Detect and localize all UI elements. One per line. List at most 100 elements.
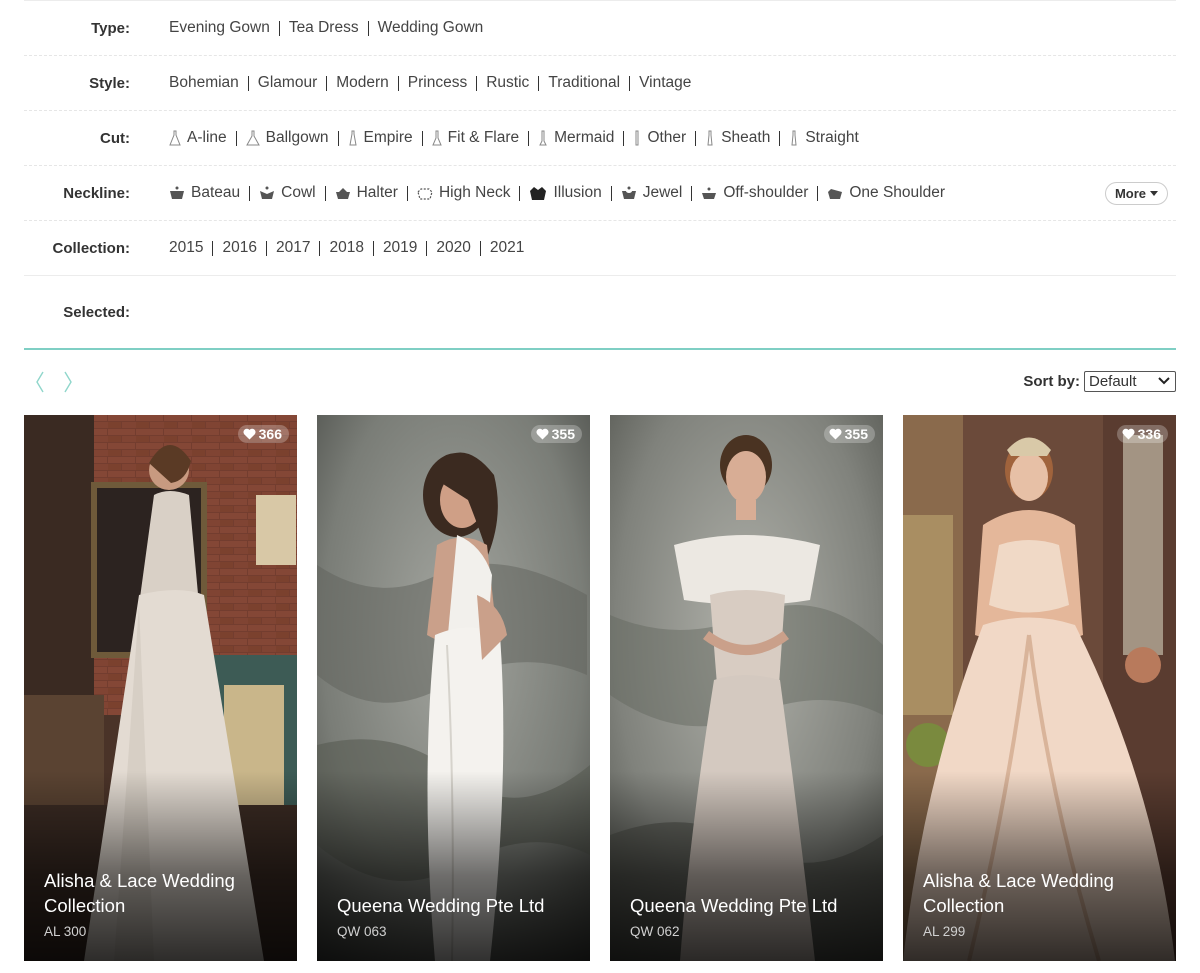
filter-label-cut: Cut: — [100, 129, 130, 147]
cut-option-straight[interactable]: Straight — [789, 129, 859, 147]
selected-label: Selected: — [63, 303, 130, 321]
next-page-button[interactable] — [60, 368, 76, 396]
neckline-option-label: Bateau — [191, 184, 241, 201]
cut-option-fit-flare[interactable]: Fit & Flare — [431, 129, 519, 147]
product-card[interactable]: 355 Queena Wedding Pte Ltd QW 062 — [610, 415, 883, 961]
collection-option-2020[interactable]: 2020 — [436, 239, 470, 257]
neckline-option-off-shoulder[interactable]: Off-shoulder — [701, 184, 808, 202]
cut-option-sheath[interactable]: Sheath — [705, 129, 770, 147]
dress-sheath-icon — [707, 130, 713, 146]
collection-option-2019[interactable]: 2019 — [383, 239, 417, 257]
neckline-option-halter[interactable]: Halter — [335, 184, 398, 202]
heart-icon — [829, 428, 842, 440]
type-option-tea-dress[interactable]: Tea Dress — [289, 19, 359, 37]
card-info: Alisha & Lace Wedding Collection AL 300 — [44, 868, 283, 939]
cut-option-label: Ballgown — [265, 129, 329, 146]
filter-panel: Type: Evening Gown Tea Dress Wedding Gow… — [24, 0, 1176, 350]
like-count: 355 — [551, 426, 575, 442]
dress-mermaid-icon — [539, 130, 547, 146]
heart-icon — [1122, 428, 1135, 440]
cut-option-label: Empire — [363, 129, 413, 146]
style-option-bohemian[interactable]: Bohemian — [169, 74, 239, 92]
neckline-option-one-shoulder[interactable]: One Shoulder — [827, 184, 945, 202]
neckline-option-jewel[interactable]: Jewel — [621, 184, 682, 202]
dress-fit-flare-icon — [431, 130, 442, 146]
chevron-right-icon — [64, 371, 72, 393]
card-title: Alisha & Lace Wedding Collection — [44, 870, 235, 916]
cut-option-label: A-line — [187, 129, 227, 146]
product-card[interactable]: 355 Queena Wedding Pte Ltd QW 063 — [317, 415, 590, 961]
like-count: 336 — [1137, 426, 1161, 442]
filter-options-style: Bohemian Glamour Modern Princess Rustic … — [169, 74, 691, 92]
like-counter[interactable]: 355 — [530, 425, 582, 443]
card-code: QW 062 — [630, 924, 680, 939]
filter-options-type: Evening Gown Tea Dress Wedding Gown — [169, 19, 483, 37]
neckline-illusion-icon — [530, 187, 547, 200]
style-option-modern[interactable]: Modern — [336, 74, 389, 92]
neckline-option-label: One Shoulder — [849, 184, 946, 201]
cut-option-empire[interactable]: Empire — [348, 129, 413, 147]
card-info: Queena Wedding Pte Ltd QW 062 — [630, 893, 869, 939]
neckline-one-shoulder-icon — [828, 189, 843, 199]
neckline-halter-icon — [335, 188, 350, 199]
collection-option-2016[interactable]: 2016 — [222, 239, 256, 257]
dress-a-line-icon — [169, 130, 181, 146]
card-info: Alisha & Lace Wedding Collection AL 299 — [923, 868, 1162, 939]
neckline-option-label: Cowl — [281, 184, 316, 201]
neckline-option-cowl[interactable]: Cowl — [259, 184, 316, 202]
like-counter[interactable]: 366 — [237, 425, 289, 443]
card-code: AL 299 — [923, 924, 966, 939]
neckline-high-neck-icon — [417, 188, 433, 200]
collection-option-2015[interactable]: 2015 — [169, 239, 203, 257]
filter-label-style: Style: — [89, 74, 130, 92]
chevron-left-icon — [36, 371, 44, 393]
style-option-glamour[interactable]: Glamour — [258, 74, 317, 92]
neckline-option-label: Halter — [356, 184, 398, 201]
cut-option-label: Sheath — [721, 129, 771, 146]
neckline-off-shoulder-icon — [702, 187, 717, 199]
sort-control: Sort by: Default — [1023, 371, 1176, 392]
filter-options-neckline: Bateau Cowl Halter High Neck Illusion Je… — [169, 184, 945, 202]
like-count: 355 — [844, 426, 868, 442]
cut-option-mermaid[interactable]: Mermaid — [538, 129, 614, 147]
filter-options-cut: A-line Ballgown Empire Fit & Flare Merma… — [169, 129, 859, 147]
style-option-traditional[interactable]: Traditional — [548, 74, 620, 92]
chevron-down-icon — [1158, 377, 1170, 385]
collection-option-2018[interactable]: 2018 — [329, 239, 363, 257]
card-info: Queena Wedding Pte Ltd QW 063 — [337, 893, 576, 939]
cut-option-label: Other — [647, 129, 687, 146]
cut-option-a-line[interactable]: A-line — [169, 129, 227, 147]
style-option-princess[interactable]: Princess — [408, 74, 467, 92]
neckline-option-illusion[interactable]: Illusion — [529, 184, 602, 202]
neckline-option-high-neck[interactable]: High Neck — [417, 184, 511, 202]
neckline-jewel-icon — [621, 186, 636, 199]
product-card[interactable]: 366 Alisha & Lace Wedding Collection AL … — [24, 415, 297, 961]
dress-ballgown-icon — [245, 130, 260, 146]
pager-arrows — [32, 368, 76, 396]
card-code: QW 063 — [337, 924, 387, 939]
neckline-option-bateau[interactable]: Bateau — [169, 184, 240, 202]
filter-row-style: Style: Bohemian Glamour Modern Princess … — [24, 55, 1176, 110]
caret-down-icon — [1150, 190, 1158, 196]
collection-option-2017[interactable]: 2017 — [276, 239, 310, 257]
like-counter[interactable]: 336 — [1116, 425, 1168, 443]
cut-option-other[interactable]: Other — [633, 129, 686, 147]
sort-select[interactable]: Default — [1084, 371, 1176, 392]
cut-option-ballgown[interactable]: Ballgown — [245, 129, 329, 147]
neckline-more-button[interactable]: More — [1104, 182, 1168, 205]
type-option-wedding-gown[interactable]: Wedding Gown — [378, 19, 484, 37]
prev-page-button[interactable] — [32, 368, 48, 396]
like-counter[interactable]: 355 — [823, 425, 875, 443]
filter-options-collection: 2015 2016 2017 2018 2019 2020 2021 — [169, 239, 524, 257]
collection-option-2021[interactable]: 2021 — [490, 239, 524, 257]
filter-row-cut: Cut: A-line Ballgown Empire Fit & Flare … — [24, 110, 1176, 165]
cut-option-label: Straight — [805, 129, 859, 146]
product-card[interactable]: 336 Alisha & Lace Wedding Collection AL … — [903, 415, 1176, 961]
neckline-option-label: High Neck — [438, 184, 511, 201]
product-grid: 366 Alisha & Lace Wedding Collection AL … — [24, 415, 1176, 961]
style-option-rustic[interactable]: Rustic — [486, 74, 529, 92]
style-option-vintage[interactable]: Vintage — [639, 74, 691, 92]
filter-row-type: Type: Evening Gown Tea Dress Wedding Gow… — [24, 0, 1176, 55]
heart-icon — [243, 428, 256, 440]
type-option-evening-gown[interactable]: Evening Gown — [169, 19, 270, 37]
